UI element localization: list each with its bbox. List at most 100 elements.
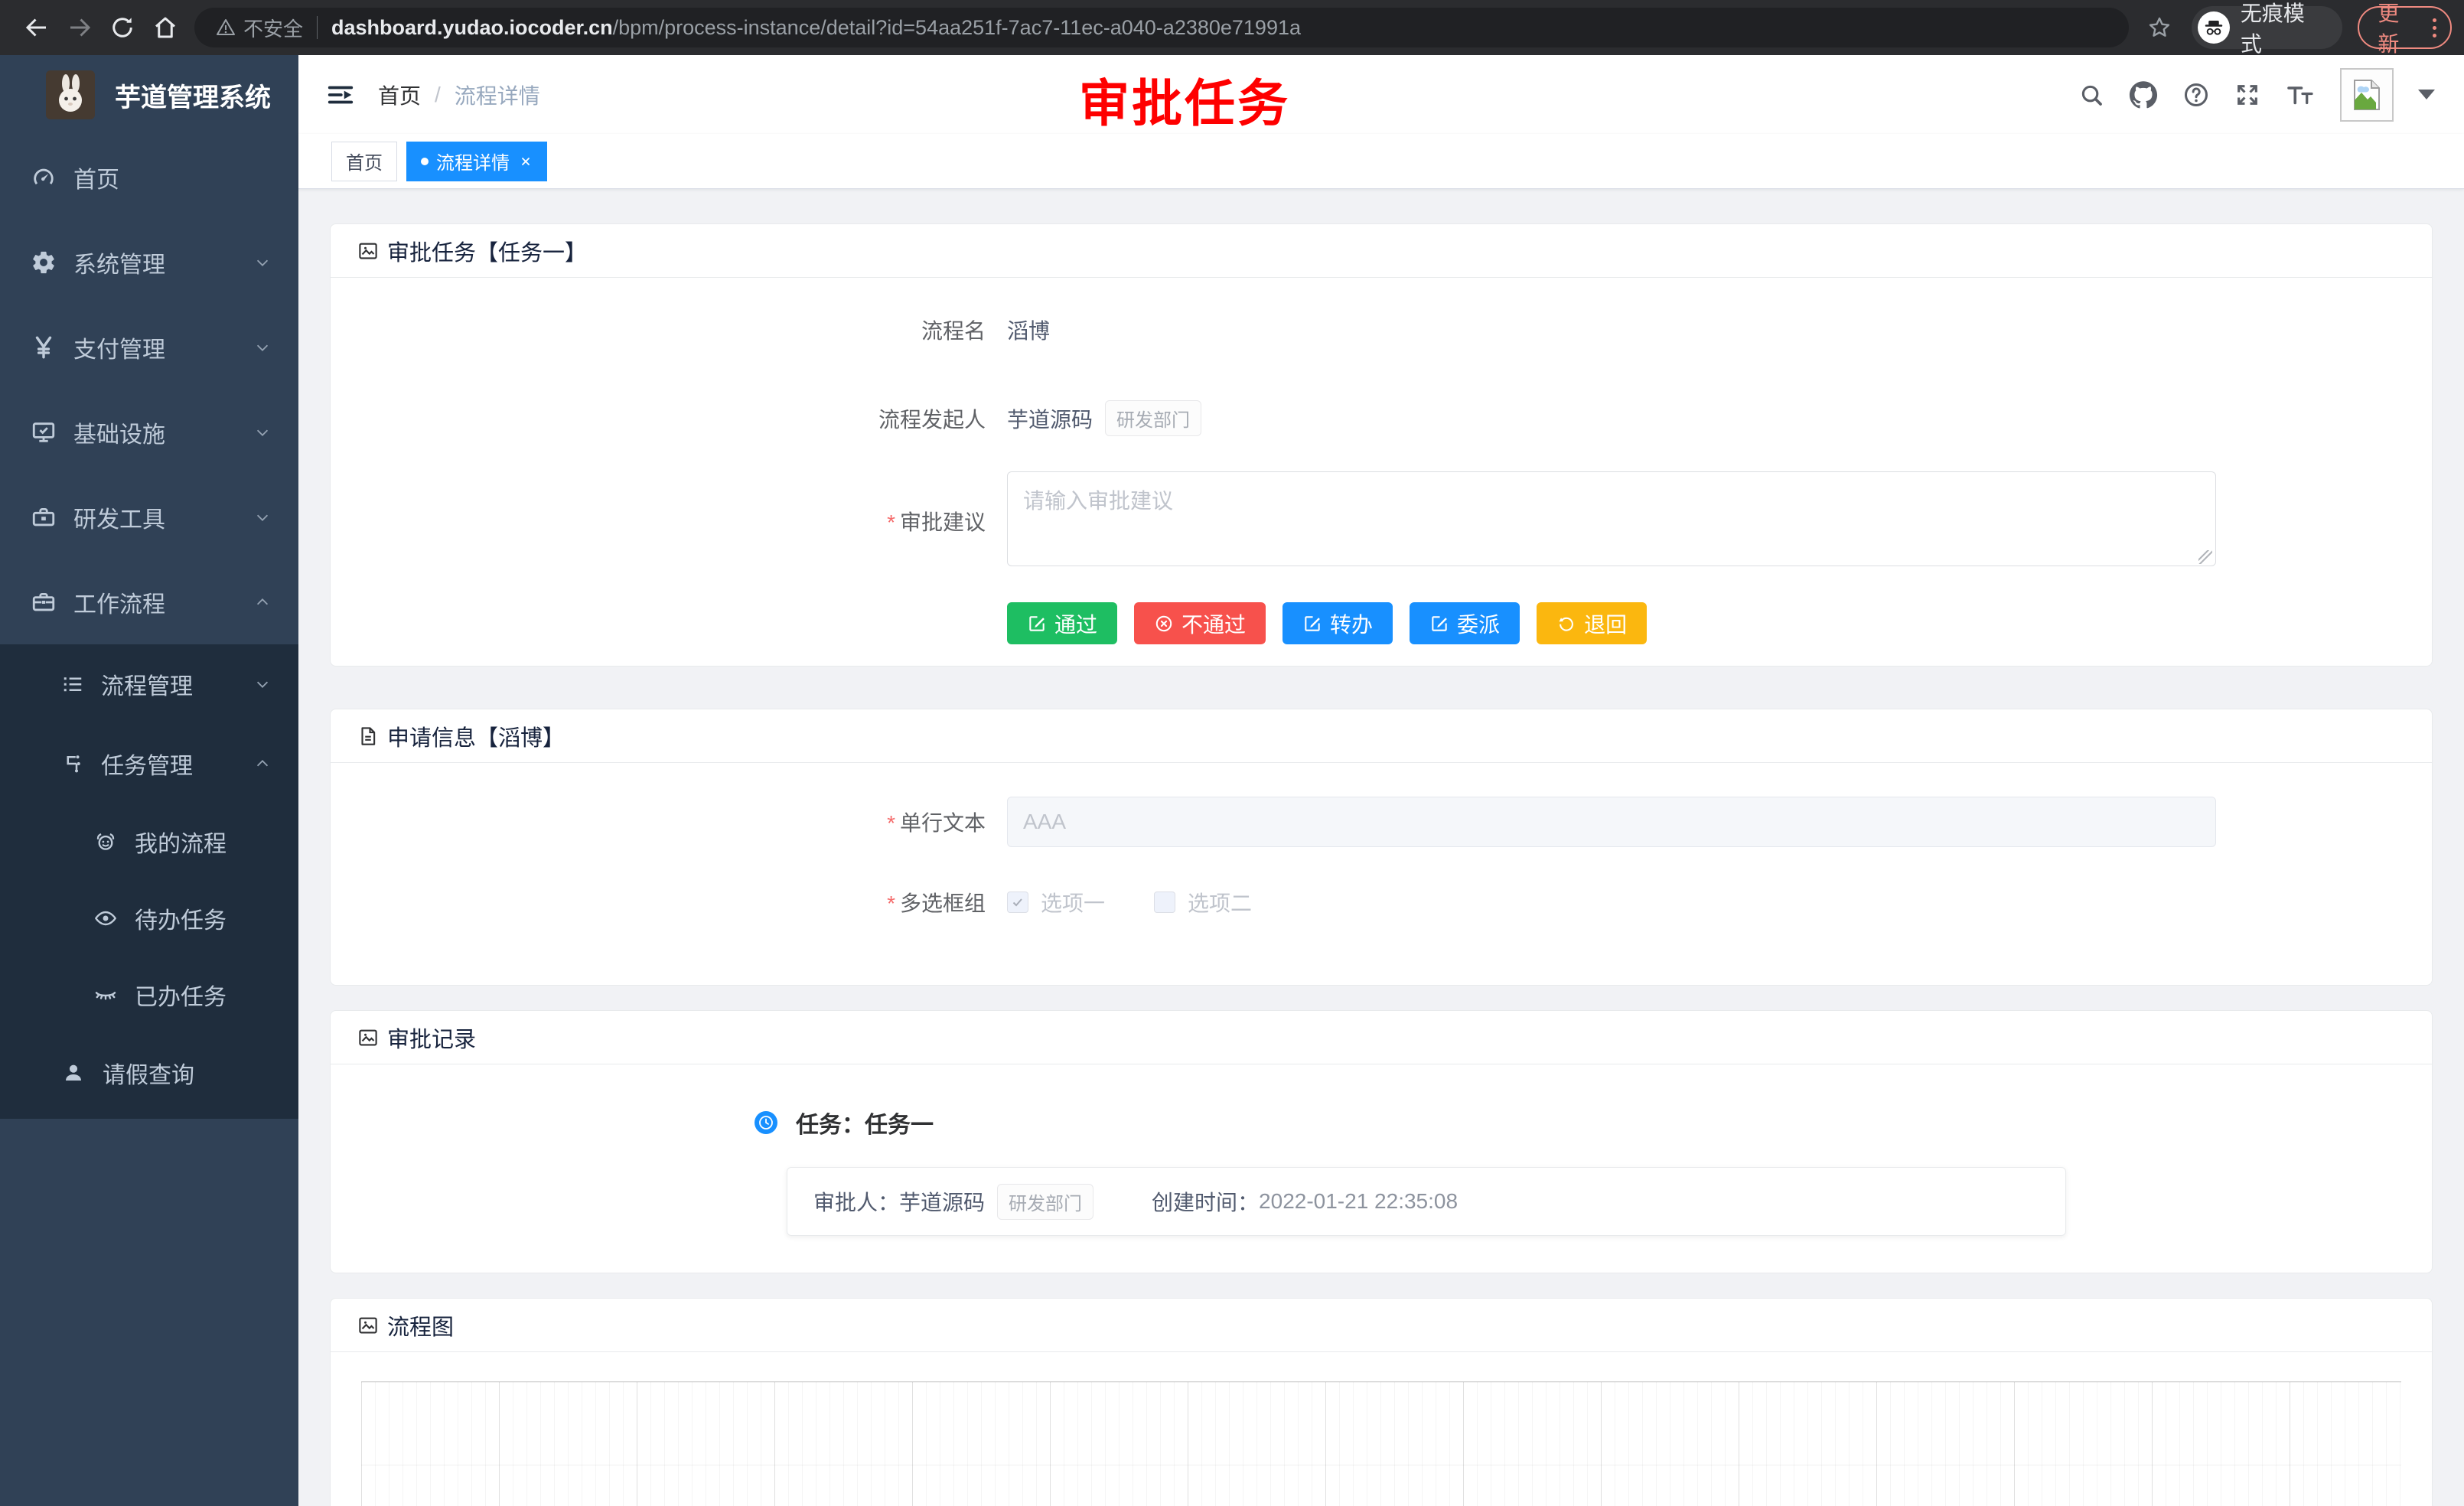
sidebar-logo-row[interactable]: 芋道管理系统 xyxy=(0,55,298,135)
tag-label: 首页 xyxy=(346,148,383,174)
browser-reload-button[interactable] xyxy=(101,6,144,49)
list-icon xyxy=(61,673,84,696)
sidebar-item-label: 我的流程 xyxy=(135,825,227,859)
sidebar-item-infra[interactable]: 基础设施 xyxy=(0,390,298,474)
bookmark-star-icon[interactable] xyxy=(2147,15,2172,40)
navbar-actions xyxy=(2078,55,2435,134)
checkbox-label: 选项一 xyxy=(1041,887,1105,918)
gear-icon xyxy=(31,249,57,275)
form-row-checkboxes: 多选框组 选项一 选项二 xyxy=(331,887,2432,918)
back-icon xyxy=(23,14,51,41)
app-title: 芋道管理系统 xyxy=(115,77,271,114)
field-label: 流程发起人 xyxy=(331,403,1007,434)
github-icon[interactable] xyxy=(2129,80,2158,109)
card-title: 审批记录 xyxy=(387,1022,476,1054)
dept-tag: 研发部门 xyxy=(997,1184,1093,1220)
sidebar-collapse-icon[interactable] xyxy=(326,80,355,109)
sidebar-item-done-tasks[interactable]: 已办任务 xyxy=(0,957,298,1033)
breadcrumb-home[interactable]: 首页 xyxy=(378,80,421,110)
card-header: 审批任务【任务一】 xyxy=(331,224,2432,278)
tag-home[interactable]: 首页 xyxy=(331,142,397,181)
create-time-value: 2022-01-21 22:35:08 xyxy=(1259,1189,1458,1214)
checkbox-unchecked-icon xyxy=(1154,892,1175,913)
card-title: 审批任务【任务一】 xyxy=(387,235,587,267)
picture-icon xyxy=(357,240,380,262)
briefcase-icon xyxy=(31,589,57,615)
task-title: 任务：任务一 xyxy=(796,1106,934,1139)
field-value: 滔博 xyxy=(1007,315,1050,345)
sidebar-item-workflow[interactable]: 工作流程 xyxy=(0,559,298,644)
field-label-required: 审批建议 xyxy=(331,506,1007,536)
browser-back-button[interactable] xyxy=(15,6,58,49)
single-line-text-input xyxy=(1007,797,2216,847)
checkbox-checked-icon xyxy=(1007,892,1028,913)
approval-comment-textarea[interactable] xyxy=(1007,471,2216,566)
sidebar-item-todo-tasks[interactable]: 待办任务 xyxy=(0,880,298,957)
tag-process-detail[interactable]: 流程详情 xyxy=(406,142,547,181)
button-label: 委派 xyxy=(1457,608,1500,639)
avatar[interactable] xyxy=(2340,68,2394,122)
reject-button[interactable]: 不通过 xyxy=(1134,602,1266,644)
incognito-badge: 无痕模式 xyxy=(2192,6,2342,49)
browser-menu-icon[interactable] xyxy=(2433,18,2436,37)
chevron-down-icon xyxy=(254,676,271,693)
incognito-icon xyxy=(2198,11,2230,44)
broken-image-icon xyxy=(2349,77,2384,112)
page-content: 审批任务【任务一】 流程名 滔博 流程发起人 芋道源码 研发部门 xyxy=(298,189,2464,1506)
checkbox-option-2: 选项二 xyxy=(1154,887,1252,918)
breadcrumb-separator: / xyxy=(435,83,441,107)
sidebar-item-label: 研发工具 xyxy=(73,500,165,534)
textarea-resize-handle[interactable] xyxy=(2198,550,2212,564)
browser-update-button[interactable]: 更新 xyxy=(2358,6,2452,49)
dept-tag: 研发部门 xyxy=(1105,400,1201,436)
app-logo xyxy=(46,70,95,119)
tag-dot xyxy=(421,158,429,165)
font-size-icon[interactable] xyxy=(2285,81,2316,109)
address-bar[interactable]: 不安全 dashboard.yudao.iocoder.cn/bpm/proce… xyxy=(194,8,2129,47)
sidebar-item-task-mgmt[interactable]: 任务管理 xyxy=(0,724,298,804)
diagram-body xyxy=(331,1352,2432,1506)
sidebar-item-leave-query[interactable]: 请假查询 xyxy=(0,1033,298,1113)
document-icon xyxy=(357,725,380,748)
chevron-down-icon xyxy=(254,424,271,441)
delegate-button[interactable]: 委派 xyxy=(1410,602,1520,644)
field-label: 流程名 xyxy=(331,315,1007,345)
sidebar-item-home[interactable]: 首页 xyxy=(0,135,298,220)
help-icon[interactable] xyxy=(2182,81,2210,109)
return-button[interactable]: 退回 xyxy=(1537,602,1647,644)
tag-close-icon[interactable] xyxy=(519,155,533,168)
sidebar-item-payment[interactable]: 支付管理 xyxy=(0,305,298,390)
approver-label: 审批人： xyxy=(813,1186,899,1217)
chevron-up-icon xyxy=(254,755,271,772)
form-row-process-name: 流程名 滔博 xyxy=(331,315,2432,345)
edit-icon xyxy=(1027,614,1047,634)
sidebar-item-system[interactable]: 系统管理 xyxy=(0,220,298,305)
button-label: 转办 xyxy=(1330,608,1373,639)
sidebar-item-my-process[interactable]: 我的流程 xyxy=(0,804,298,880)
sidebar-item-label: 待办任务 xyxy=(135,901,227,935)
fullscreen-icon[interactable] xyxy=(2234,82,2260,108)
sidebar-item-process-mgmt[interactable]: 流程管理 xyxy=(0,644,298,724)
timeline-item: 任务：任务一 xyxy=(755,1106,2432,1139)
tags-view-bar: 首页 流程详情 xyxy=(298,134,2464,189)
browser-forward-button[interactable] xyxy=(58,6,101,49)
record-panel: 审批人： 芋道源码 研发部门 创建时间： 2022-01-21 22:35:08 xyxy=(787,1167,2066,1236)
card-title: 流程图 xyxy=(387,1309,454,1341)
bpmn-canvas[interactable] xyxy=(361,1381,2401,1506)
forward-icon xyxy=(66,14,93,41)
browser-home-button[interactable] xyxy=(144,6,187,49)
breadcrumb-current: 流程详情 xyxy=(455,80,540,110)
sidebar-workflow-submenu: 流程管理 任务管理 我的流程 待办任务 已办任务 请假 xyxy=(0,644,298,1119)
transfer-button[interactable]: 转办 xyxy=(1283,602,1393,644)
edit-icon xyxy=(1429,614,1449,634)
approve-button[interactable]: 通过 xyxy=(1007,602,1117,644)
picture-icon xyxy=(357,1314,380,1337)
clock-icon xyxy=(755,1111,777,1134)
security-label: 不安全 xyxy=(243,14,303,42)
sidebar-item-devtools[interactable]: 研发工具 xyxy=(0,474,298,559)
field-label-required: 单行文本 xyxy=(331,807,1007,837)
search-icon[interactable] xyxy=(2078,82,2104,108)
button-label: 不通过 xyxy=(1181,608,1246,639)
caret-down-icon[interactable] xyxy=(2418,90,2435,99)
card-header: 审批记录 xyxy=(331,1011,2432,1064)
